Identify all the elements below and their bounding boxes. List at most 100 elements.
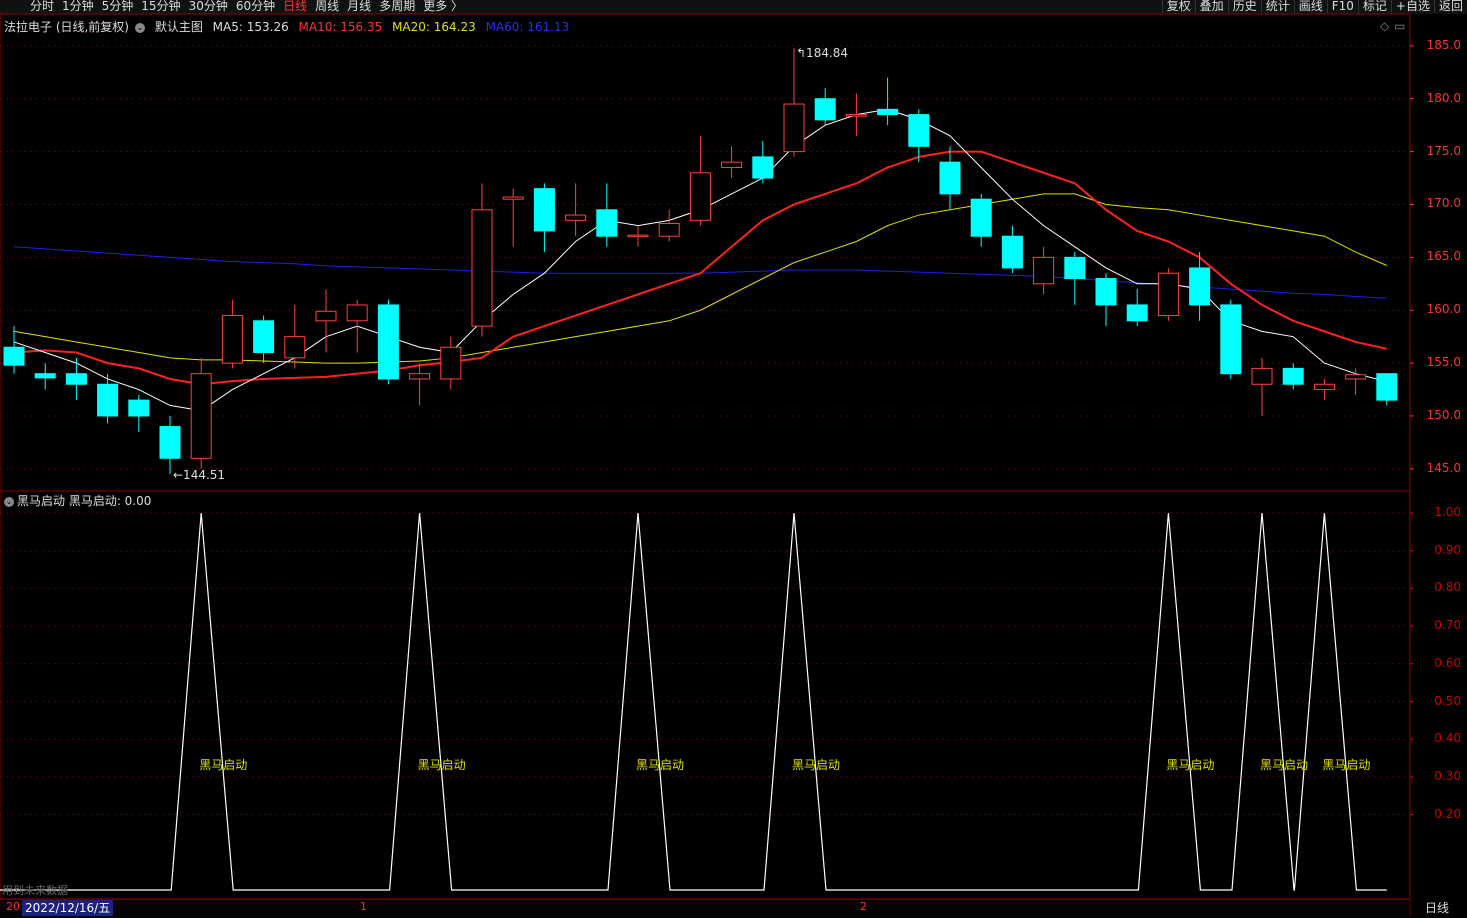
tool-button[interactable]: F10 — [1326, 0, 1358, 13]
main-legend: 法拉电子 (日线,前复权) ⌄ 默认主图 MA5: 153.26 MA10: 15… — [4, 18, 575, 35]
price-tick-label: 185.0 — [1426, 37, 1461, 52]
period-tab[interactable]: 30分钟 — [185, 0, 232, 13]
stock-title[interactable]: 法拉电子 (日线,前复权) — [4, 20, 129, 34]
ma60-value: MA60: 161.13 — [485, 20, 570, 34]
dropdown-icon[interactable]: ⌄ — [4, 496, 14, 507]
tool-button[interactable]: 历史 — [1227, 0, 1261, 13]
candle-body — [159, 426, 181, 459]
period-tab[interactable]: 更多 〉 — [419, 0, 467, 13]
candle-body — [284, 336, 306, 359]
tool-button[interactable]: 画线 — [1293, 0, 1327, 13]
ma60-line — [13, 246, 1387, 299]
tool-button[interactable]: 返回 — [1433, 0, 1467, 13]
candle-body — [1220, 304, 1242, 375]
indicator-tick-label: 0.20 — [1434, 806, 1461, 821]
candle-body — [721, 161, 743, 168]
candle-body — [502, 196, 524, 200]
low-price-annotation: ←144.51 — [173, 468, 226, 483]
date-axis-bar — [0, 899, 1410, 918]
period-tab[interactable]: 月线 — [343, 0, 375, 13]
candle-body — [1251, 367, 1273, 385]
top-toolbar: 分时 1分钟 5分钟 15分钟 30分钟 60分钟 日线 周线 月线 多周期 更多 〉 复权 叠加 历史… — [0, 0, 1467, 14]
period-tab[interactable]: 15分钟 — [137, 0, 184, 13]
candle-body — [1376, 373, 1398, 401]
indicator-legend-text: 黑马启动 黑马启动: 0.00 — [17, 494, 152, 508]
candle-body — [752, 156, 774, 179]
candle-body — [346, 304, 368, 322]
tool-button[interactable]: 叠加 — [1194, 0, 1228, 13]
signal-label: 黑马启动 — [417, 758, 466, 772]
tool-button[interactable]: 统计 — [1260, 0, 1294, 13]
tool-button[interactable]: +自选 — [1390, 0, 1434, 13]
price-tick-label: 165.0 — [1426, 249, 1461, 264]
candle-body — [845, 114, 867, 117]
candle-body — [1001, 235, 1023, 269]
candle-body — [783, 103, 805, 153]
indicator-legend: ⌄ 黑马启动 黑马启动: 0.00 — [4, 492, 151, 509]
candle-body — [1126, 304, 1148, 322]
candle-body — [3, 346, 25, 366]
signal-label: 黑马启动 — [199, 758, 248, 772]
candle-body — [440, 346, 462, 380]
candle-body — [533, 188, 555, 232]
signal-label: 黑马启动 — [792, 758, 841, 772]
candle-body — [627, 234, 649, 238]
indicator-tick-label: 0.50 — [1434, 693, 1461, 708]
date-tick: 1 — [360, 900, 367, 913]
candle-body — [939, 161, 961, 195]
candle-body — [221, 315, 243, 364]
ma5-line — [13, 108, 1387, 412]
candle-body — [190, 373, 212, 459]
candle-body — [596, 209, 618, 237]
tool-button[interactable]: 标记 — [1357, 0, 1391, 13]
candle-body — [409, 373, 431, 380]
dropdown-icon[interactable]: ⌄ — [135, 22, 145, 33]
selected-date: 2022/12/16/五 — [22, 900, 114, 916]
date-tick: 2 — [860, 900, 867, 913]
price-tick-label: 170.0 — [1426, 196, 1461, 211]
candle-body — [658, 223, 680, 237]
period-tab[interactable]: 日线 — [279, 0, 311, 13]
minus-icon: ▭ — [1394, 19, 1405, 33]
candle-body — [1189, 267, 1211, 306]
price-tick-label: 160.0 — [1426, 302, 1461, 317]
diamond-icon: ◇ — [1380, 19, 1390, 33]
candle-body — [814, 98, 836, 121]
candle-body — [1095, 278, 1117, 306]
signal-label: 黑马启动 — [636, 758, 685, 772]
period-tab[interactable]: 1分钟 — [58, 0, 98, 13]
ma10-line — [13, 150, 1388, 386]
ma20-line — [13, 193, 1387, 364]
indicator-tick-label: 0.40 — [1434, 731, 1461, 746]
indicator-tick-label: 1.00 — [1434, 505, 1461, 519]
price-tick-label: 175.0 — [1426, 143, 1461, 158]
indicator-tick-label: 0.90 — [1434, 542, 1461, 557]
candle-body — [34, 373, 56, 379]
period-tab[interactable]: 多周期 — [375, 0, 419, 13]
candle-body — [471, 209, 493, 327]
template-name[interactable]: 默认主图 — [155, 20, 203, 34]
period-tab[interactable]: 5分钟 — [98, 0, 138, 13]
price-tick-label: 180.0 — [1426, 90, 1461, 105]
candle-body — [253, 320, 275, 354]
indicator-tick-label: 0.80 — [1434, 580, 1461, 595]
candle-body — [1345, 374, 1367, 380]
period-tab[interactable]: 周线 — [311, 0, 343, 13]
candle-body — [315, 310, 337, 322]
indicator-tick-label: 0.60 — [1434, 655, 1461, 670]
chart-canvas[interactable]: ◇ ▭ — [0, 0, 1467, 917]
main-panel-border — [0, 13, 1411, 492]
signal-label: 黑马启动 — [1260, 758, 1309, 772]
period-tabs: 分时 1分钟 5分钟 15分钟 30分钟 60分钟 日线 周线 月线 多周期 更多 〉 — [26, 0, 467, 13]
period-tab[interactable]: 分时 — [26, 0, 58, 13]
period-badge[interactable]: 日线 — [1425, 899, 1449, 916]
price-tick-label: 145.0 — [1426, 460, 1461, 475]
ma10-value: MA10: 156.35 — [298, 20, 383, 34]
period-tab[interactable]: 60分钟 — [232, 0, 279, 13]
indicator-line — [0, 512, 1387, 891]
signal-label: 黑马启动 — [1166, 758, 1215, 772]
candle-body — [1064, 256, 1086, 280]
tool-button[interactable]: 复权 — [1161, 0, 1195, 13]
candle-body — [877, 108, 899, 116]
candle-body — [377, 304, 399, 380]
